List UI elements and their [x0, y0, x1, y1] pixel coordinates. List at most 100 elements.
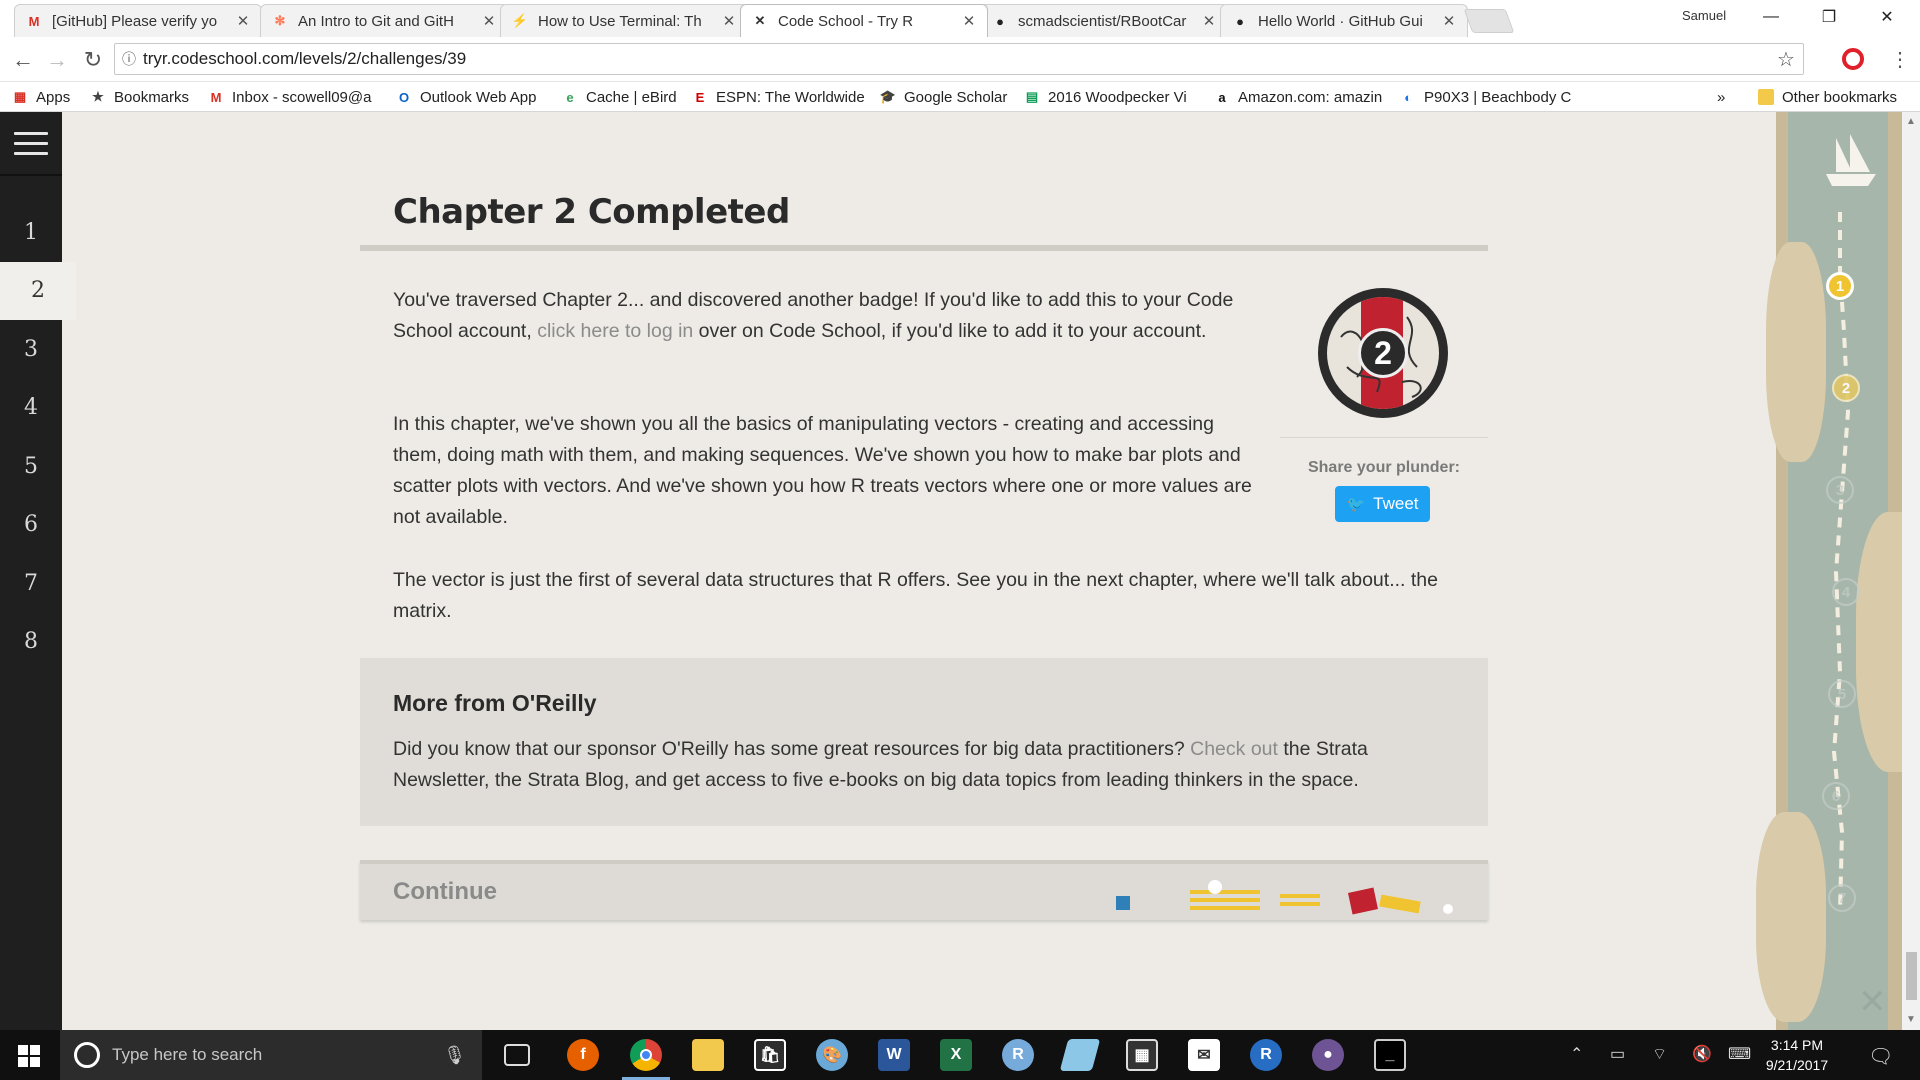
sidebar-chapter-4[interactable]: 4 — [0, 379, 62, 437]
mail-icon[interactable]: ✉ — [1188, 1039, 1220, 1071]
r-gui-icon[interactable]: R — [1250, 1039, 1282, 1071]
tab-close-icon[interactable]: ✕ — [235, 12, 251, 30]
hubspot-icon: ✻ — [274, 13, 286, 28]
tab-close-icon[interactable]: ✕ — [1441, 12, 1457, 30]
info-icon[interactable]: ⓘ — [115, 49, 143, 69]
tab-close-icon[interactable]: ✕ — [721, 12, 737, 30]
bookmark-item[interactable]: e Cache | eBird — [562, 87, 684, 107]
bookmarks-overflow[interactable]: » — [1717, 87, 1725, 107]
sidebar-chapter-7[interactable]: 7 — [0, 554, 62, 612]
bookmark-item[interactable]: a Amazon.com: amazin — [1214, 87, 1392, 107]
wifi-icon[interactable]: ⌔ — [1652, 1044, 1667, 1064]
map-level-node[interactable]: 1 — [1826, 272, 1854, 300]
map-level-node[interactable]: 7 — [1828, 884, 1856, 912]
restore-icon[interactable]: ❐ — [1806, 0, 1852, 34]
bookmark-item[interactable]: O Outlook Web App — [396, 87, 554, 107]
opera-extension-icon[interactable] — [1842, 48, 1864, 70]
bookmark-item[interactable]: 🎓 Google Scholar — [880, 87, 1016, 107]
beachbody-icon: ◐ — [1404, 89, 1412, 105]
decor-chest-icon — [1347, 887, 1379, 915]
task-view-icon[interactable] — [504, 1044, 530, 1066]
bookmark-item[interactable]: ★ Bookmarks — [90, 87, 200, 107]
page-scrollbar[interactable]: ▲ ▼ — [1902, 112, 1920, 1030]
taskbar-clock[interactable]: 3:14 PM 9/21/2017 — [1752, 1035, 1842, 1075]
continue-button[interactable]: Continue — [360, 860, 1488, 920]
more-menu-icon[interactable]: ⋮ — [1890, 47, 1910, 72]
map-level-node[interactable]: 3 — [1826, 476, 1854, 504]
command-prompt-icon[interactable]: _ — [1374, 1039, 1406, 1071]
sidebar-chapter-2[interactable]: 2 — [0, 261, 76, 320]
new-tab-button[interactable] — [1463, 9, 1515, 33]
browser-tab[interactable]: ⚡ How to Use Terminal: Th ✕ — [500, 4, 748, 37]
close-window-icon[interactable]: ✕ — [1864, 0, 1910, 34]
github-desktop-icon[interactable]: ● — [1312, 1039, 1344, 1071]
sidebar-chapter-8[interactable]: 8 — [0, 613, 62, 671]
browser-tab[interactable]: ● Hello World · GitHub Gui ✕ — [1220, 4, 1468, 37]
oreilly-promo: More from O'Reilly Did you know that our… — [360, 658, 1488, 826]
bookmark-label: Google Scholar — [904, 88, 1008, 106]
microphone-icon[interactable]: 🎙 — [443, 1045, 466, 1066]
progress-map: 1 2 3 4 5 6 7 ✕ — [1756, 112, 1920, 1030]
sidebar-chapter-6[interactable]: 6 — [0, 496, 62, 554]
browser-tab[interactable]: M [GitHub] Please verify yo ✕ — [14, 4, 262, 37]
bookmark-item[interactable]: ▤ 2016 Woodpecker Vi — [1024, 87, 1204, 107]
word-icon[interactable]: W — [878, 1039, 910, 1071]
excel-icon[interactable]: X — [940, 1039, 972, 1071]
battery-icon[interactable]: ▭ — [1610, 1044, 1625, 1064]
check-out-link[interactable]: Check out — [1190, 738, 1278, 760]
title-divider — [360, 245, 1488, 251]
bookmark-item[interactable]: M Inbox - scowell09@a — [208, 87, 388, 107]
sidebar-chapter-3[interactable]: 3 — [0, 320, 62, 378]
tab-close-icon[interactable]: ✕ — [481, 12, 497, 30]
cortana-icon[interactable] — [74, 1042, 100, 1068]
url-text[interactable]: tryr.codeschool.com/levels/2/challenges/… — [143, 49, 1769, 69]
scroll-thumb[interactable] — [1906, 952, 1917, 1000]
reload-icon[interactable]: ↻ — [78, 45, 108, 75]
sidebar-chapter-5[interactable]: 5 — [0, 437, 62, 495]
notifications-icon[interactable]: 🗨 — [1868, 1044, 1893, 1069]
tray-chevron-icon[interactable]: ⌃ — [1570, 1044, 1583, 1064]
map-level-node[interactable]: 2 — [1832, 374, 1860, 402]
calculator-icon[interactable]: ▦ — [1126, 1039, 1158, 1071]
other-bookmarks[interactable]: Other bookmarks — [1758, 87, 1897, 107]
scroll-down-icon[interactable]: ▼ — [1906, 1014, 1916, 1025]
close-map-icon[interactable]: ✕ — [1858, 982, 1887, 1022]
browser-tab[interactable]: ● scmadscientist/RBootCar ✕ — [980, 4, 1228, 37]
hamburger-menu-icon[interactable] — [14, 132, 48, 158]
notes-app-icon[interactable] — [1059, 1039, 1101, 1071]
paint-icon[interactable]: 🎨 — [816, 1039, 848, 1071]
bookmark-item[interactable]: ▦ Apps — [12, 87, 84, 107]
bookmark-label: 2016 Woodpecker Vi — [1048, 88, 1187, 106]
profile-name[interactable]: Samuel — [1682, 8, 1726, 23]
store-icon[interactable]: 🛍 — [754, 1039, 786, 1071]
volume-muted-icon[interactable]: 🔇 — [1692, 1044, 1712, 1064]
address-bar[interactable]: ⓘ tryr.codeschool.com/levels/2/challenge… — [114, 43, 1804, 75]
minimize-icon[interactable]: — — [1748, 0, 1794, 34]
bookmark-item[interactable]: E ESPN: The Worldwide — [692, 87, 872, 107]
firefox-icon[interactable]: f — [567, 1039, 599, 1071]
browser-tab[interactable]: ✕ Code School - Try R ✕ — [740, 4, 988, 37]
bookmark-item[interactable]: ◐ P90X3 | Beachbody C — [1400, 87, 1580, 107]
tab-close-icon[interactable]: ✕ — [1201, 12, 1217, 30]
bookmark-star-icon[interactable]: ☆ — [1769, 47, 1803, 72]
tweet-button[interactable]: 🐦 Tweet — [1335, 486, 1430, 522]
login-link[interactable]: click here to log in — [537, 320, 693, 342]
map-level-node[interactable]: 4 — [1832, 578, 1860, 606]
keyboard-icon[interactable]: ⌨ — [1728, 1044, 1751, 1064]
forward-arrow-icon[interactable]: → — [42, 45, 72, 75]
map-level-node[interactable]: 6 — [1822, 782, 1850, 810]
star-icon: ★ — [92, 89, 104, 104]
apps-grid-icon: ▦ — [13, 89, 27, 104]
map-level-node[interactable]: 5 — [1828, 680, 1856, 708]
sidebar-chapter-1[interactable]: 1 — [0, 203, 62, 261]
file-explorer-icon[interactable] — [692, 1039, 724, 1071]
chrome-icon[interactable] — [630, 1039, 662, 1071]
browser-tab[interactable]: ✻ An Intro to Git and GitH ✕ — [260, 4, 508, 37]
back-arrow-icon[interactable]: ← — [8, 45, 38, 75]
scroll-up-icon[interactable]: ▲ — [1906, 116, 1916, 127]
taskbar-search[interactable]: Type here to search 🎙 — [60, 1030, 482, 1080]
rstudio-icon[interactable]: R — [1002, 1039, 1034, 1071]
tab-close-icon[interactable]: ✕ — [961, 12, 977, 30]
search-placeholder[interactable]: Type here to search — [112, 1045, 443, 1065]
windows-start-icon[interactable] — [18, 1045, 40, 1067]
